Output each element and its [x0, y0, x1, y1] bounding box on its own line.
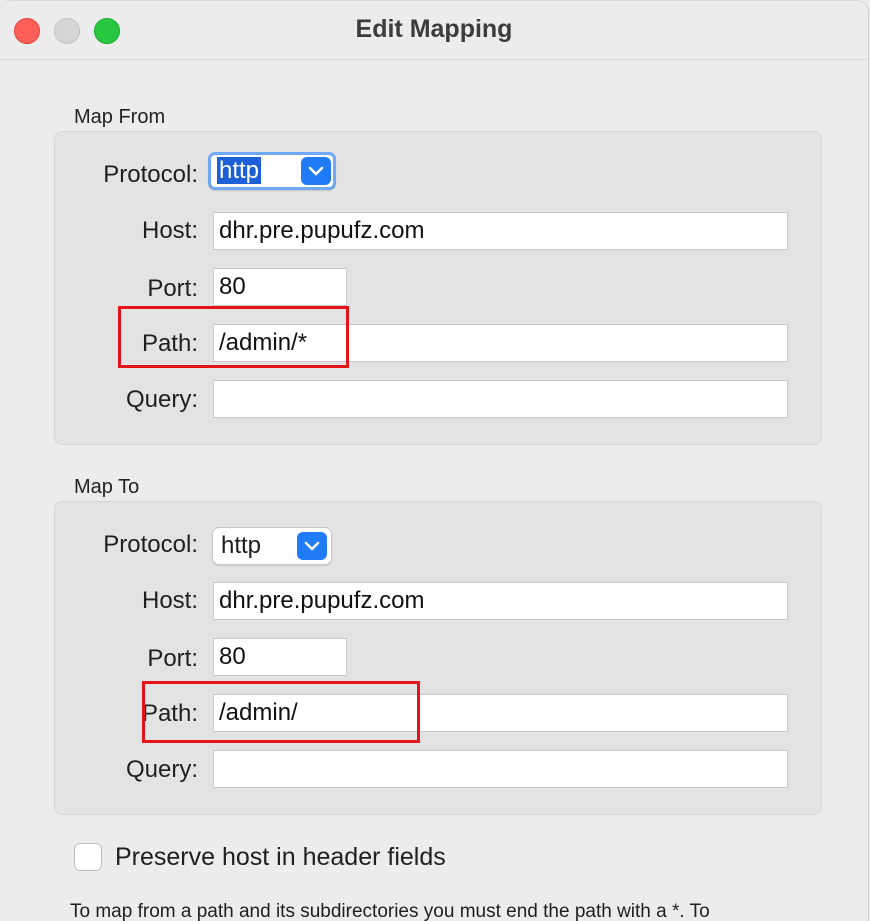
map-to-protocol-select[interactable]: http	[212, 527, 332, 565]
window-title: Edit Mapping	[355, 15, 513, 43]
annotation-highlight-map-to-path	[142, 681, 420, 743]
help-text: To map from a path and its subdirectorie…	[70, 901, 710, 921]
map-from-host-field[interactable]: dhr.pre.pupufz.com	[213, 212, 788, 250]
map-from-host-label: Host:	[141, 217, 198, 244]
map-from-port-field[interactable]: 80	[213, 268, 347, 306]
title-bar: Edit Mapping	[0, 1, 868, 60]
map-to-query-label: Query:	[125, 756, 198, 783]
map-to-port-label: Port:	[147, 645, 198, 672]
map-to-port-field[interactable]: 80	[213, 638, 347, 676]
map-from-protocol-label: Protocol:	[103, 161, 198, 188]
annotation-highlight-map-from-path	[118, 306, 349, 368]
map-to-protocol-label: Protocol:	[103, 531, 198, 558]
map-from-protocol-value: http	[217, 157, 262, 184]
map-to-section-label: Map To	[74, 476, 140, 498]
map-from-port-label: Port:	[147, 275, 198, 302]
map-to-query-field[interactable]	[213, 750, 788, 788]
preserve-host-label[interactable]: Preserve host in header fields	[115, 843, 446, 872]
map-from-query-label: Query:	[125, 386, 198, 413]
chevron-down-icon	[297, 532, 327, 560]
map-to-protocol-value: http	[221, 532, 262, 559]
map-from-query-field[interactable]	[213, 380, 788, 418]
map-from-section-label: Map From	[74, 106, 166, 128]
map-to-host-field[interactable]: dhr.pre.pupufz.com	[213, 582, 788, 620]
preserve-host-checkbox[interactable]	[74, 843, 102, 871]
edit-mapping-window: Edit Mapping Map From Protocol: http Hos…	[0, 0, 869, 921]
chevron-down-icon	[301, 157, 331, 185]
map-to-host-label: Host:	[141, 587, 198, 614]
map-from-protocol-select[interactable]: http	[208, 152, 336, 190]
